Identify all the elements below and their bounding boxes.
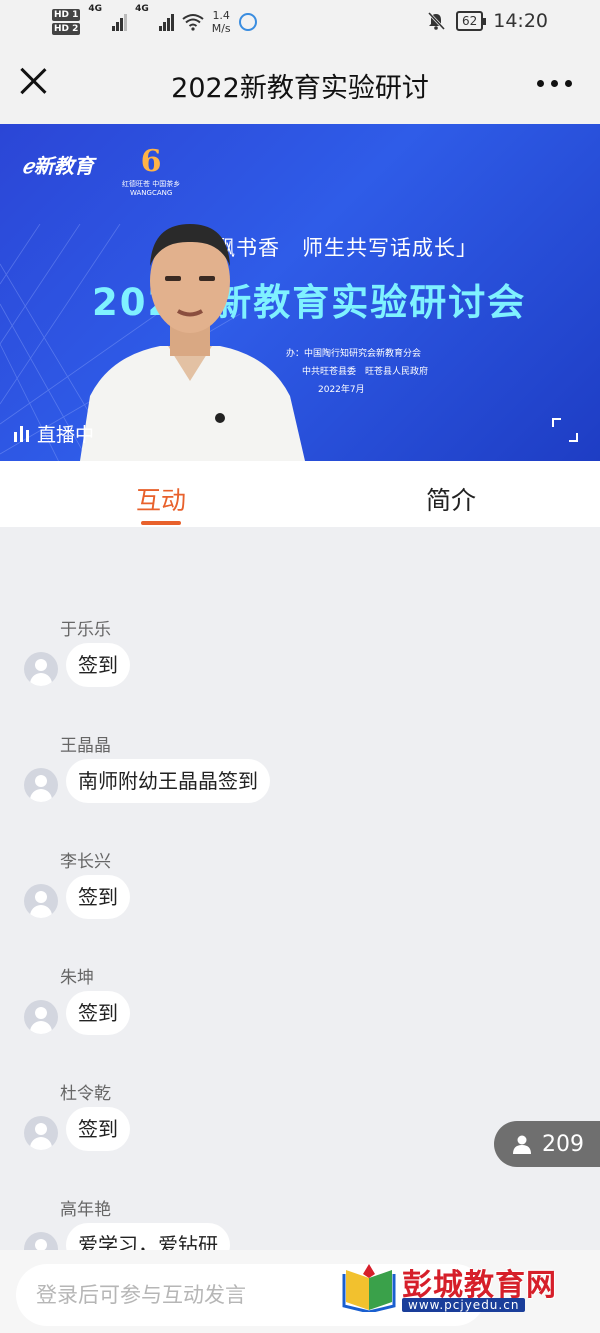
book-logo-icon <box>342 1264 396 1312</box>
chat-message: 朱坤 签到 <box>0 957 600 1073</box>
status-bar-left: HD 1 HD 2 4G 4G 1.4 M/s <box>52 4 257 40</box>
battery-icon: 62 <box>455 11 487 31</box>
user-avatar[interactable] <box>24 1000 58 1034</box>
signal1-icon <box>112 13 128 31</box>
tab-active-indicator <box>141 521 181 525</box>
viewer-count: 209 <box>542 1131 584 1157</box>
speaker-figure <box>80 224 305 461</box>
user-avatar[interactable] <box>24 884 58 918</box>
wifi-icon <box>182 14 204 31</box>
signal2-icon <box>158 13 174 31</box>
site-watermark: 彭城教育网 www.pcjyedu.cn <box>340 1260 572 1318</box>
network2-label: 4G <box>135 4 149 14</box>
person-icon <box>513 1135 531 1154</box>
chat-username: 李长兴 <box>60 852 111 872</box>
nav-bar: 2022新教育实验研讨 <box>0 44 600 124</box>
tab-interaction[interactable]: 互动 <box>136 481 186 517</box>
viewer-count-badge[interactable]: 209 <box>494 1121 600 1167</box>
chat-username: 高年艳 <box>60 1200 111 1220</box>
page-title: 2022新教育实验研讨 <box>171 73 429 104</box>
wangcang-logo-text: 红德旺苍 中国茶乡 <box>122 180 181 188</box>
live-status: 直播中 <box>14 420 94 447</box>
close-icon[interactable] <box>18 66 48 96</box>
new-education-logo-text: 新教育 <box>33 154 94 178</box>
chat-message: 王晶晶 南师附幼王晶晶签到 <box>0 725 600 841</box>
chat-message: 高年艳 爱学习，爱钻研 <box>0 1189 600 1250</box>
sim-indicators: HD 1 HD 2 <box>52 9 81 35</box>
tab-introduction[interactable]: 简介 <box>426 481 476 517</box>
chat-bubble: 签到 <box>66 991 130 1035</box>
sim1-badge: HD 1 <box>52 9 81 21</box>
user-avatar[interactable] <box>24 1116 58 1150</box>
chat-username: 王晶晶 <box>60 736 111 756</box>
chat-username: 杜令乾 <box>60 1084 111 1104</box>
status-bar: HD 1 HD 2 4G 4G 1.4 M/s 62 14:20 <box>0 0 600 44</box>
speed-value: 1.4 <box>212 9 230 22</box>
user-avatar[interactable] <box>24 1232 58 1250</box>
chat-bubble: 签到 <box>66 875 130 919</box>
status-bar-right: 62 14:20 <box>426 10 548 32</box>
chat-bubble: 南师附幼王晶晶签到 <box>66 759 270 803</box>
new-education-logo: ℯ新教育 <box>22 154 94 178</box>
more-options-icon[interactable] <box>537 80 572 87</box>
network1-label: 4G <box>88 4 103 14</box>
chat-message: 李长兴 签到 <box>0 841 600 957</box>
clock: 14:20 <box>493 10 548 32</box>
live-video-player[interactable]: ℯ新教育 6 红德旺苍 中国茶乡 WANGCANG 「 飘书香 师生共写话成长」… <box>0 124 600 461</box>
sim2-badge: HD 2 <box>52 23 81 35</box>
chat-username: 朱坤 <box>60 968 94 988</box>
video-organizer-2: 中共旺苍县委 旺苍县人民政府 <box>302 367 429 377</box>
app-notification-icon <box>238 13 257 31</box>
watermark-url: www.pcjyedu.cn <box>402 1298 526 1312</box>
chat-bubble: 签到 <box>66 643 130 687</box>
chat-username: 于乐乐 <box>60 620 111 640</box>
live-bars-icon <box>14 425 29 442</box>
network-speed: 1.4 M/s <box>212 9 231 35</box>
user-avatar[interactable] <box>24 768 58 802</box>
chat-message: 签到 <box>0 527 600 609</box>
wangcang-logo-mark: 6 <box>140 144 162 179</box>
speed-unit: M/s <box>211 22 231 35</box>
fullscreen-icon[interactable] <box>552 418 578 442</box>
chat-bubble: 签到 <box>66 1107 130 1151</box>
tab-bar: 互动 简介 <box>0 461 600 527</box>
mute-bell-icon <box>427 11 446 31</box>
user-avatar[interactable] <box>24 652 58 686</box>
video-date: 2022年7月 <box>318 385 365 395</box>
chat-bubble: 爱学习，爱钻研 <box>66 1223 230 1250</box>
live-label: 直播中 <box>37 424 95 446</box>
chat-message: 于乐乐 签到 <box>0 609 600 725</box>
wangcang-logo: 6 红德旺苍 中国茶乡 WANGCANG <box>122 144 180 197</box>
